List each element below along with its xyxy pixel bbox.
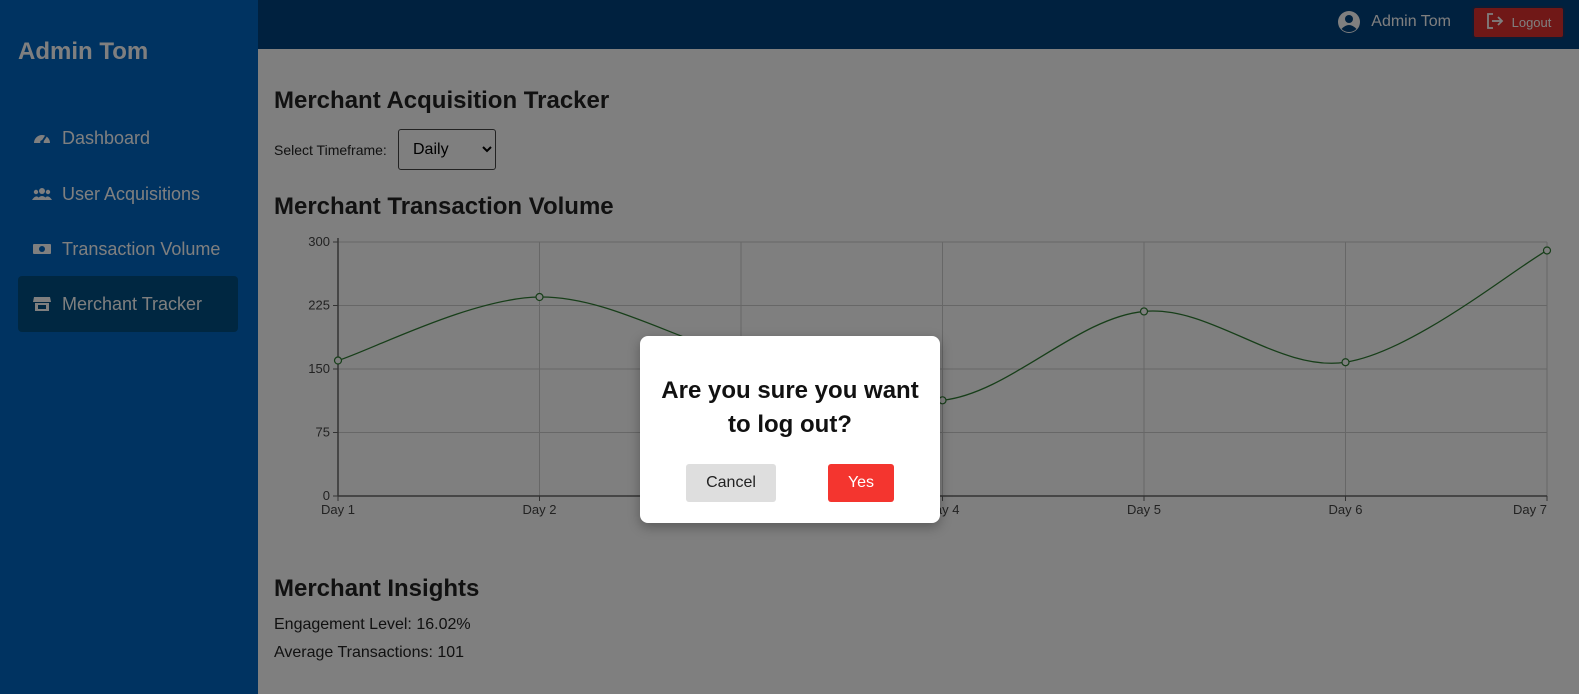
cancel-button[interactable]: Cancel — [686, 464, 776, 502]
dialog-message: Are you sure you want to log out? — [661, 377, 919, 438]
logout-confirm-dialog: Are you sure you want to log out? Cancel… — [640, 336, 940, 523]
yes-button[interactable]: Yes — [828, 464, 894, 502]
